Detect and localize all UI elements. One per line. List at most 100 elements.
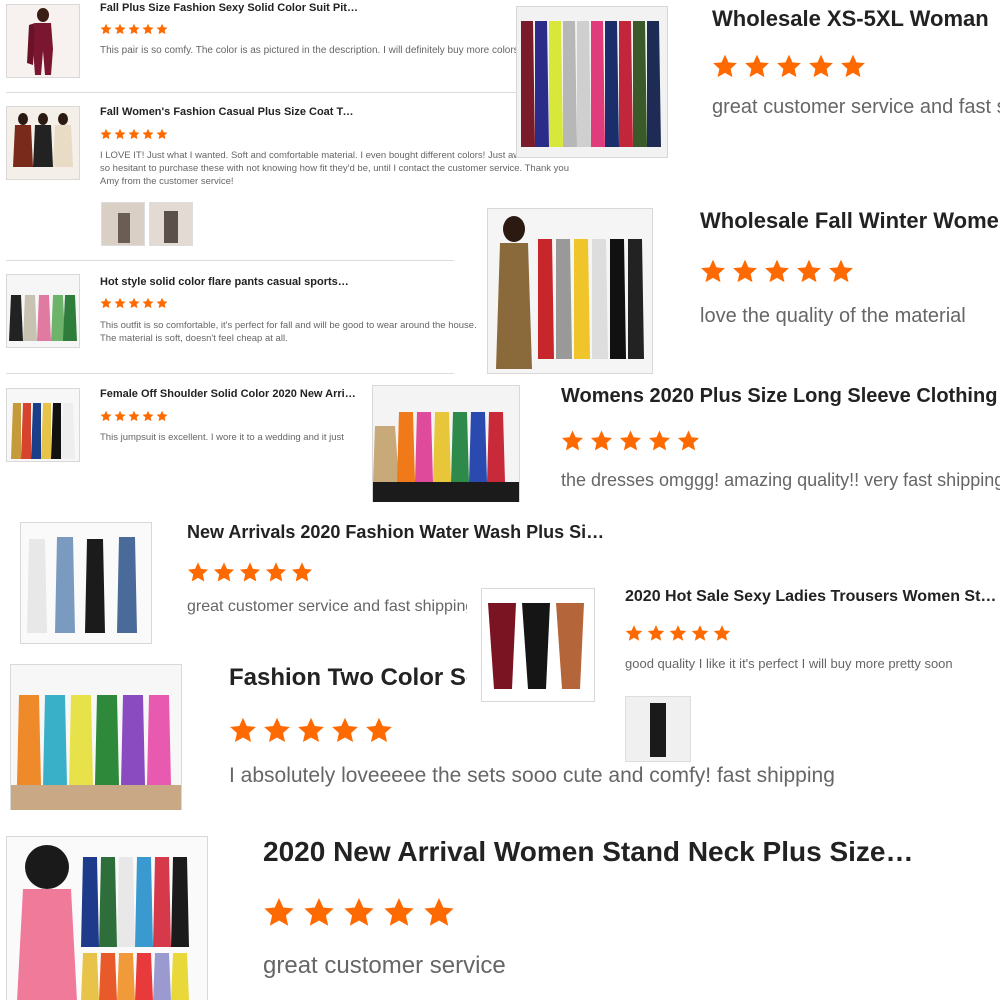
star-icon bbox=[291, 562, 313, 582]
star-icon bbox=[733, 259, 757, 283]
star-icon bbox=[344, 898, 374, 926]
review-card: Fashion Two Color Sets I absolutely love… bbox=[10, 660, 920, 810]
star-icon bbox=[619, 430, 642, 451]
star-rating bbox=[100, 23, 168, 35]
review-title[interactable]: Wholesale Fall Winter Women bbox=[700, 208, 1000, 234]
star-icon bbox=[114, 23, 126, 35]
review-text: I LOVE IT! Just what I wanted. Soft and … bbox=[100, 150, 577, 187]
review-card: 2020 New Arrival Women Stand Neck Plus S… bbox=[4, 832, 1000, 1000]
star-rating bbox=[100, 410, 168, 422]
review-card: Fall Plus Size Fashion Sexy Solid Color … bbox=[0, 0, 520, 92]
product-thumbnail[interactable] bbox=[6, 388, 80, 462]
star-icon bbox=[100, 410, 112, 422]
product-thumbnail[interactable] bbox=[6, 836, 208, 1000]
star-icon bbox=[745, 54, 769, 78]
star-icon bbox=[424, 898, 454, 926]
review-title[interactable]: 2020 New Arrival Women Stand Neck Plus S… bbox=[263, 836, 953, 868]
star-icon bbox=[809, 54, 833, 78]
star-icon bbox=[156, 410, 168, 422]
review-card: Female Off Shoulder Solid Color 2020 New… bbox=[0, 378, 370, 478]
star-icon bbox=[713, 625, 731, 641]
star-icon bbox=[114, 297, 126, 309]
review-text: This pair is so comfy. The color is as p… bbox=[100, 45, 519, 56]
star-icon bbox=[777, 54, 801, 78]
star-icon bbox=[128, 297, 140, 309]
star-icon bbox=[213, 562, 235, 582]
star-icon bbox=[114, 410, 126, 422]
star-icon bbox=[648, 430, 671, 451]
star-icon bbox=[142, 297, 154, 309]
star-icon bbox=[114, 128, 126, 140]
star-icon bbox=[156, 128, 168, 140]
star-icon bbox=[590, 430, 613, 451]
review-title[interactable]: Hot style solid color flare pants casual… bbox=[100, 276, 356, 288]
star-rating bbox=[712, 53, 866, 79]
review-text: great customer service and fast shipping bbox=[712, 96, 1000, 118]
product-thumbnail[interactable] bbox=[516, 6, 668, 158]
star-rating bbox=[263, 896, 455, 928]
star-icon bbox=[625, 625, 643, 641]
product-thumbnail[interactable] bbox=[6, 274, 80, 348]
star-icon bbox=[100, 297, 112, 309]
product-thumbnail[interactable] bbox=[10, 664, 182, 810]
review-card: Wholesale XS-5XL Woman great customer se… bbox=[514, 0, 1000, 165]
star-icon bbox=[156, 297, 168, 309]
star-icon bbox=[384, 898, 414, 926]
star-icon bbox=[265, 562, 287, 582]
divider bbox=[6, 260, 454, 261]
review-photo[interactable] bbox=[101, 202, 145, 246]
review-photo[interactable] bbox=[149, 202, 193, 246]
review-text: love the quality of the material bbox=[700, 305, 966, 327]
star-icon bbox=[701, 259, 725, 283]
star-icon bbox=[230, 717, 256, 743]
star-rating bbox=[100, 128, 168, 140]
review-text: great customer service bbox=[263, 952, 506, 979]
review-title[interactable]: Wholesale XS-5XL Woman bbox=[712, 6, 1000, 32]
star-icon bbox=[647, 625, 665, 641]
product-thumbnail[interactable] bbox=[6, 106, 80, 180]
review-title[interactable]: Female Off Shoulder Solid Color 2020 New… bbox=[100, 388, 356, 400]
star-icon bbox=[100, 23, 112, 35]
review-text: This jumpsuit is excellent. I wore it to… bbox=[100, 432, 344, 443]
star-icon bbox=[366, 717, 392, 743]
review-text: great customer service and fast shipping bbox=[187, 598, 467, 615]
star-rating bbox=[700, 258, 854, 284]
star-rating bbox=[229, 716, 393, 744]
review-text: the dresses omggg! amazing quality!! ver… bbox=[561, 470, 1000, 490]
review-title[interactable]: 2020 Hot Sale Sexy Ladies Trousers Women… bbox=[625, 588, 1000, 606]
star-icon bbox=[669, 625, 687, 641]
star-rating bbox=[187, 561, 313, 583]
star-icon bbox=[100, 128, 112, 140]
star-icon bbox=[829, 259, 853, 283]
star-icon bbox=[713, 54, 737, 78]
star-icon bbox=[264, 898, 294, 926]
review-card: Wholesale Fall Winter Women love the qua… bbox=[486, 204, 1000, 374]
divider bbox=[6, 92, 516, 93]
star-icon bbox=[142, 23, 154, 35]
product-thumbnail[interactable] bbox=[487, 208, 653, 374]
review-title[interactable]: Fall Plus Size Fashion Sexy Solid Color … bbox=[100, 2, 360, 14]
star-icon bbox=[156, 23, 168, 35]
star-icon bbox=[142, 410, 154, 422]
review-title[interactable]: Fall Women's Fashion Casual Plus Size Co… bbox=[100, 106, 360, 118]
star-rating bbox=[625, 624, 731, 642]
product-thumbnail[interactable] bbox=[20, 522, 152, 644]
star-icon bbox=[332, 717, 358, 743]
review-title[interactable]: Womens 2020 Plus Size Long Sleeve Clothi… bbox=[561, 385, 1000, 408]
review-title[interactable]: Fashion Two Color Sets bbox=[229, 664, 467, 692]
star-icon bbox=[797, 259, 821, 283]
review-title[interactable]: New Arrivals 2020 Fashion Water Wash Plu… bbox=[187, 522, 627, 543]
review-card: Womens 2020 Plus Size Long Sleeve Clothi… bbox=[372, 384, 1000, 502]
star-rating bbox=[561, 429, 700, 452]
review-text: I absolutely loveeeee the sets sooo cute… bbox=[229, 764, 835, 787]
product-thumbnail[interactable] bbox=[6, 4, 80, 78]
star-icon bbox=[264, 717, 290, 743]
star-icon bbox=[691, 625, 709, 641]
star-icon bbox=[765, 259, 789, 283]
review-text: This outfit is so comfortable, it's perf… bbox=[100, 320, 477, 344]
product-thumbnail[interactable] bbox=[372, 385, 520, 502]
star-icon bbox=[128, 23, 140, 35]
star-icon bbox=[239, 562, 261, 582]
star-icon bbox=[561, 430, 584, 451]
review-card: Hot style solid color flare pants casual… bbox=[0, 266, 486, 366]
